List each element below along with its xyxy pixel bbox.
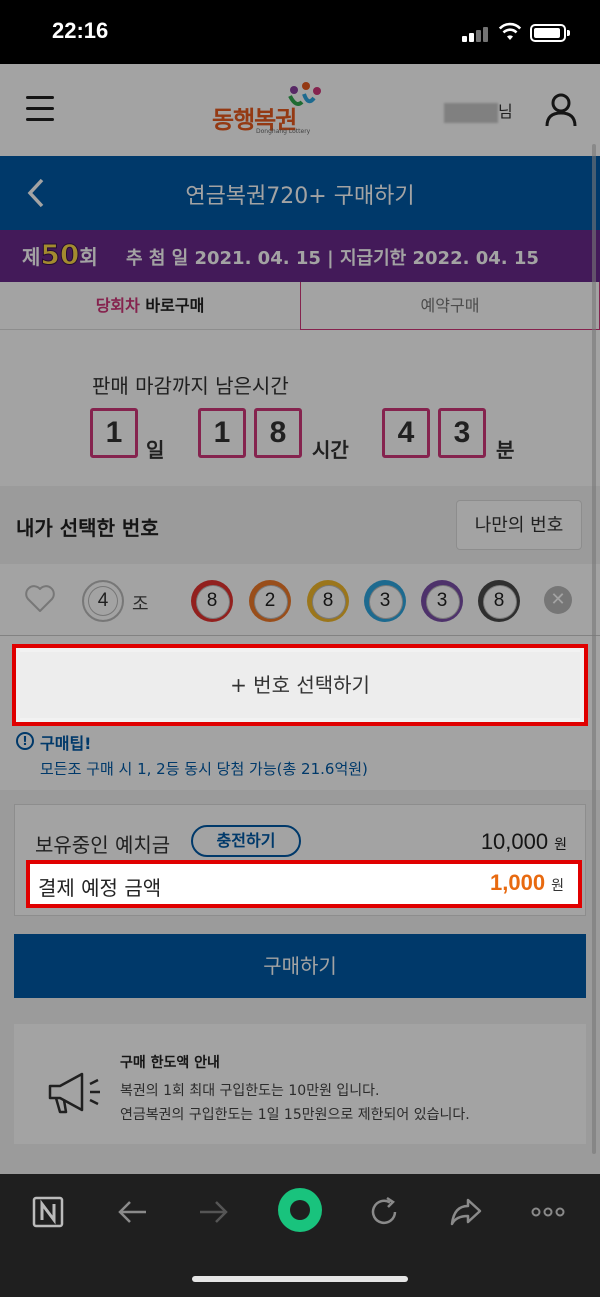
logo[interactable]: 동행복권 Donghang Lottery — [212, 82, 328, 140]
add-number-highlight: + 번호 선택하기 — [12, 644, 588, 726]
user-icon[interactable] — [544, 92, 578, 128]
scrollbar[interactable] — [592, 144, 596, 1154]
countdown-day-unit: 일 — [146, 438, 165, 462]
limit-notice-box: 구매 한도액 안내 복권의 1회 최대 구입한도는 10만원 입니다. 연금복권… — [14, 1024, 586, 1144]
browser-toolbar — [0, 1174, 600, 1297]
countdown-min-digit-1: 4 — [382, 408, 430, 458]
countdown-day-digit: 1 — [90, 408, 138, 458]
user-suffix: 님 — [498, 102, 513, 121]
naver-home-icon[interactable] — [30, 1194, 66, 1230]
back-icon[interactable] — [114, 1194, 150, 1230]
round-banner: 제50회 추 첨 일 2021. 04. 15 | 지급기한 2022. 04.… — [0, 230, 600, 282]
limit-line-1: 복권의 1회 최대 구입한도는 10만원 입니다. — [120, 1083, 380, 1099]
tab-reserve[interactable]: 예약구매 — [300, 282, 600, 330]
selected-ball-row: 4 조 8 2 8 3 3 8 ✕ — [0, 564, 600, 636]
tip-title: 구매팁! — [40, 734, 92, 753]
user-name-redacted — [444, 102, 498, 123]
group-label: 조 — [132, 594, 149, 615]
ball-5-value: 3 — [436, 590, 448, 611]
number-ball-4: 3 — [364, 580, 406, 622]
limit-line-2: 연금복권의 구입한도는 1일 15만원으로 제한되어 있습니다. — [120, 1107, 470, 1123]
payment-amount: 1,000 원 — [490, 870, 564, 895]
forward-icon[interactable] — [196, 1194, 232, 1230]
number-ball-1: 8 — [191, 580, 233, 622]
selected-numbers-title: 내가 선택한 번호 — [16, 516, 159, 540]
countdown-hour-unit: 시간 — [312, 438, 349, 462]
menu-icon[interactable] — [26, 96, 54, 122]
ball-3-value: 8 — [322, 590, 334, 611]
clear-selection-icon[interactable]: ✕ — [544, 586, 572, 614]
more-icon[interactable] — [530, 1194, 566, 1230]
countdown-hour-digit-1: 1 — [198, 408, 246, 458]
signal-icon — [462, 26, 490, 42]
battery-icon — [530, 24, 570, 42]
deposit-amount: 10,000 원 — [480, 829, 567, 854]
round-number: 제50회 — [22, 238, 98, 272]
app-viewport: 동행복권 Donghang Lottery 님 연금복권720+ 구매하기 제5… — [0, 64, 600, 1174]
buy-button[interactable]: 구매하기 — [14, 934, 586, 998]
group-ball: 4 — [82, 580, 124, 622]
countdown: 판매 마감까지 남은시간 1 일 1 8 시간 4 3 분 — [0, 330, 600, 486]
green-dot-icon[interactable] — [276, 1186, 324, 1234]
tip-text: 모든조 구매 시 1, 2등 동시 당첨 가능(총 21.6억원) — [40, 760, 368, 778]
limit-notice-area: 구매 한도액 안내 복권의 1회 최대 구입한도는 10만원 입니다. 연금복권… — [0, 1008, 600, 1174]
megaphone-icon — [48, 1072, 100, 1114]
purchase-tip: ! 구매팁! 모든조 구매 시 1, 2등 동시 당첨 가능(총 21.6억원) — [16, 728, 586, 788]
payment-amount-highlight: 결제 예정 금액 1,000 원 — [26, 860, 582, 908]
add-number-button[interactable]: + 번호 선택하기 — [20, 652, 580, 718]
ball-6-value: 8 — [493, 590, 505, 611]
my-numbers-button[interactable]: 나만의 번호 — [456, 500, 582, 550]
tab-buy-now-highlight: 당회차 — [95, 296, 140, 315]
tab-buy-now-label: 바로구매 — [139, 296, 205, 315]
number-ball-6: 8 — [478, 580, 520, 622]
tab-buy-now[interactable]: 당회차 바로구매 — [0, 282, 300, 330]
payment-label: 결제 예정 금액 — [38, 876, 162, 900]
logo-subtext: Donghang Lottery — [256, 128, 311, 135]
round-number-value: 50 — [40, 238, 80, 272]
countdown-hour-digit-2: 8 — [254, 408, 302, 458]
number-ball-5: 3 — [421, 580, 463, 622]
heart-icon[interactable] — [24, 584, 56, 614]
share-icon[interactable] — [448, 1194, 484, 1230]
countdown-label: 판매 마감까지 남은시간 — [92, 374, 289, 398]
ball-2-value: 2 — [264, 590, 276, 611]
limit-title: 구매 한도액 안내 — [120, 1055, 220, 1071]
title-bar: 연금복권720+ 구매하기 — [0, 156, 600, 230]
page-title: 연금복권720+ 구매하기 — [185, 184, 415, 209]
number-ball-2: 2 — [249, 580, 291, 622]
round-dates: 추 첨 일 2021. 04. 15 | 지급기한 2022. 04. 15 — [126, 248, 539, 269]
charge-button[interactable]: 충전하기 — [191, 825, 301, 857]
wifi-icon — [498, 22, 522, 40]
ball-4-value: 3 — [379, 590, 391, 611]
info-icon: ! — [16, 732, 34, 750]
status-time: 22:16 — [52, 18, 109, 43]
number-ball-3: 8 — [307, 580, 349, 622]
deposit-label: 보유중인 예치금 — [35, 833, 171, 857]
countdown-min-unit: 분 — [496, 438, 515, 462]
user-name[interactable]: 님 — [444, 98, 513, 123]
status-bar: 22:16 — [0, 0, 600, 64]
selected-numbers-header: 내가 선택한 번호 나만의 번호 — [0, 486, 600, 564]
top-header: 동행복권 Donghang Lottery 님 — [0, 64, 600, 156]
countdown-min-digit-2: 3 — [438, 408, 486, 458]
home-indicator[interactable] — [192, 1276, 408, 1282]
purchase-tabs: 당회차 바로구매 예약구매 — [0, 282, 600, 330]
ball-1-value: 8 — [206, 590, 218, 611]
refresh-icon[interactable] — [366, 1194, 402, 1230]
